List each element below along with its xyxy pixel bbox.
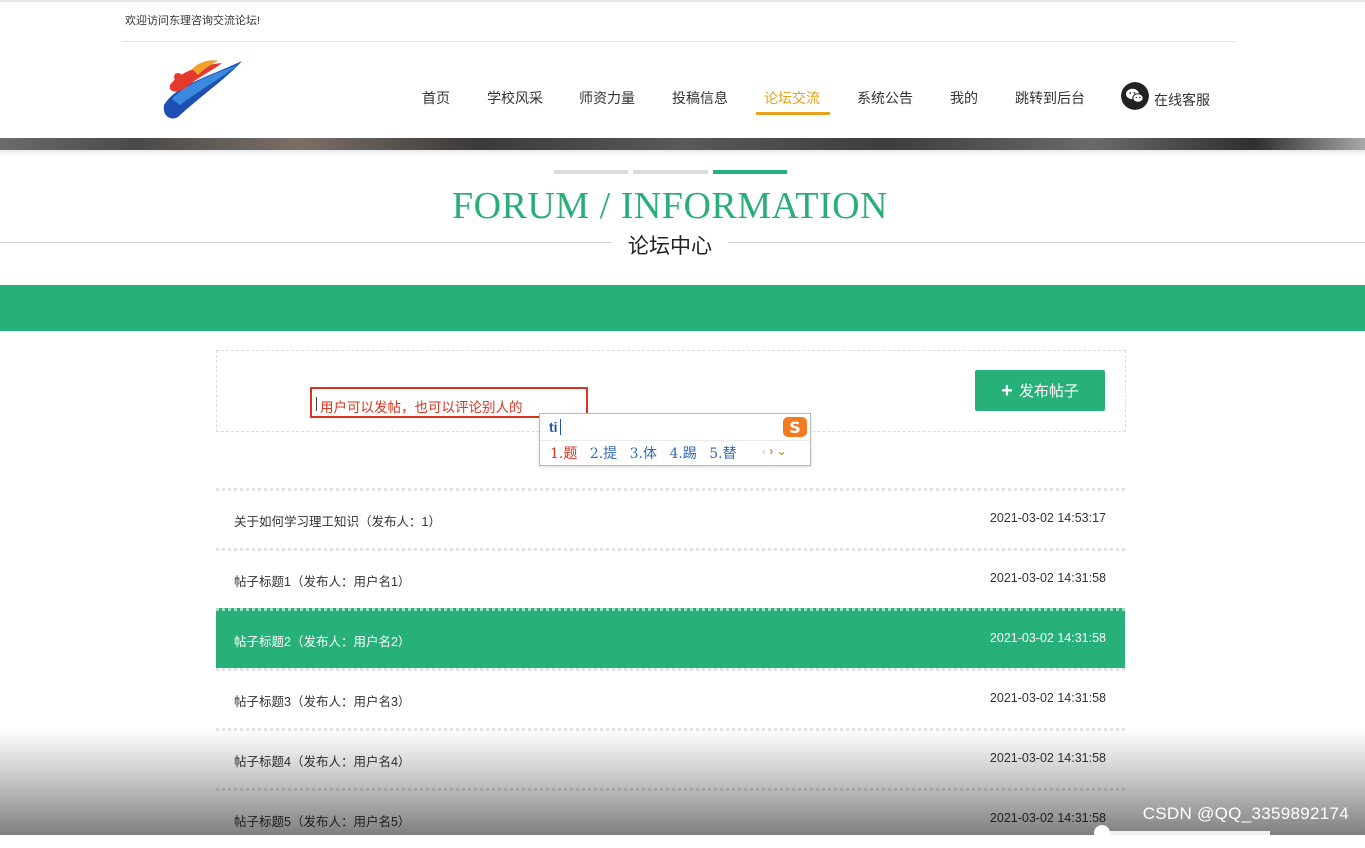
title-rule-left bbox=[0, 242, 612, 243]
post-title: 帖子标题1（发布人：用户名1） bbox=[234, 575, 411, 589]
nav-school-style[interactable]: 学校风采 bbox=[487, 88, 543, 108]
post-title: 帖子标题2（发布人：用户名2） bbox=[234, 635, 411, 649]
title-rule-right bbox=[728, 242, 1365, 243]
post-time: 2021-03-02 14:31:58 bbox=[989, 691, 1106, 705]
header-divider bbox=[122, 41, 1235, 42]
nav-home[interactable]: 首页 bbox=[422, 88, 450, 108]
chevron-down-icon[interactable]: ⌄ bbox=[777, 444, 787, 458]
ime-caret bbox=[560, 419, 561, 435]
banner-shadow bbox=[0, 150, 1365, 156]
scroll-track[interactable] bbox=[1110, 831, 1270, 835]
ime-candidate[interactable]: 1.题 bbox=[550, 446, 577, 462]
nav-admin[interactable]: 跳转到后台 bbox=[1015, 88, 1085, 108]
nav-announcements[interactable]: 系统公告 bbox=[857, 88, 913, 108]
wechat-icon bbox=[1121, 82, 1149, 110]
ime-candidate[interactable]: 5.替 bbox=[709, 446, 736, 462]
post-time: 2021-03-02 14:31:58 bbox=[989, 811, 1106, 825]
post-list: 关于如何学习理工知识（发布人：1） 2021-03-02 14:53:17 帖子… bbox=[216, 488, 1125, 848]
ime-candidate[interactable]: 2.提 bbox=[590, 446, 617, 462]
site-logo[interactable] bbox=[158, 55, 246, 125]
section-title-en: FORUM / INFORMATION bbox=[452, 185, 888, 227]
post-row[interactable]: 帖子标题1（发布人：用户名1） 2021-03-02 14:31:58 bbox=[216, 548, 1125, 608]
section-title-cn: 论坛中心 bbox=[628, 235, 712, 258]
post-time: 2021-03-02 14:53:17 bbox=[989, 511, 1106, 525]
publish-post-button[interactable]: + 发布帖子 bbox=[975, 370, 1105, 411]
post-time: 2021-03-02 14:31:58 bbox=[989, 751, 1106, 765]
heading-bar-3 bbox=[713, 170, 787, 174]
ime-separator bbox=[540, 440, 810, 441]
plus-icon: + bbox=[1001, 379, 1013, 402]
ime-popup: ti S 1.题 2.提 3.体 4.踢 5.替 ‹ › ⌄ bbox=[539, 413, 811, 466]
publish-post-label: 发布帖子 bbox=[1018, 383, 1079, 400]
ime-paging: ‹ › ⌄ bbox=[762, 444, 787, 458]
heading-bar-1 bbox=[554, 170, 628, 174]
post-row[interactable]: 关于如何学习理工知识（发布人：1） 2021-03-02 14:53:17 bbox=[216, 488, 1125, 548]
post-time: 2021-03-02 14:31:58 bbox=[989, 571, 1106, 585]
post-title: 关于如何学习理工知识（发布人：1） bbox=[234, 515, 441, 529]
nav-active-indicator bbox=[756, 112, 830, 115]
chevron-right-icon[interactable]: › bbox=[769, 444, 773, 458]
annotation-text: 用户可以发帖，也可以评论别人的 bbox=[320, 400, 523, 415]
post-title: 帖子标题3（发布人：用户名3） bbox=[234, 695, 411, 709]
ime-candidate[interactable]: 4.踢 bbox=[669, 446, 696, 462]
text-cursor bbox=[316, 397, 317, 411]
svg-text:S: S bbox=[789, 418, 801, 437]
post-time: 2021-03-02 14:31:58 bbox=[989, 631, 1106, 645]
post-row[interactable]: 帖子标题5（发布人：用户名5） 2021-03-02 14:31:58 bbox=[216, 788, 1125, 848]
ime-candidate[interactable]: 3.体 bbox=[630, 446, 657, 462]
welcome-text: 欢迎访问东理咨询交流论坛! bbox=[125, 15, 261, 27]
nav-mine[interactable]: 我的 bbox=[950, 88, 978, 108]
top-border bbox=[0, 0, 1365, 2]
nav-faculty[interactable]: 师资力量 bbox=[579, 88, 635, 108]
ime-input-text: ti bbox=[549, 419, 558, 435]
csdn-watermark: CSDN @QQ_3359892174 bbox=[1142, 804, 1349, 823]
scroll-handle[interactable] bbox=[1094, 825, 1110, 841]
heading-bar-2 bbox=[633, 170, 708, 174]
post-row-highlighted[interactable]: 帖子标题2（发布人：用户名2） 2021-03-02 14:31:58 bbox=[216, 608, 1125, 668]
post-row[interactable]: 帖子标题4（发布人：用户名4） 2021-03-02 14:31:58 bbox=[216, 728, 1125, 788]
post-title: 帖子标题5（发布人：用户名5） bbox=[234, 815, 411, 829]
chevron-left-icon[interactable]: ‹ bbox=[762, 444, 766, 458]
nav-forum[interactable]: 论坛交流 bbox=[764, 88, 820, 108]
ime-candidates: 1.题 2.提 3.体 4.踢 5.替 bbox=[550, 443, 745, 463]
post-title: 帖子标题4（发布人：用户名4） bbox=[234, 755, 411, 769]
post-row[interactable]: 帖子标题3（发布人：用户名3） 2021-03-02 14:31:58 bbox=[216, 668, 1125, 728]
sogou-ime-icon: S bbox=[783, 417, 807, 437]
banner-image bbox=[0, 138, 1365, 150]
service-label: 在线客服 bbox=[1154, 92, 1210, 108]
green-band bbox=[0, 285, 1365, 331]
online-service[interactable]: 在线客服 bbox=[1121, 82, 1210, 110]
nav-submissions[interactable]: 投稿信息 bbox=[672, 88, 728, 108]
